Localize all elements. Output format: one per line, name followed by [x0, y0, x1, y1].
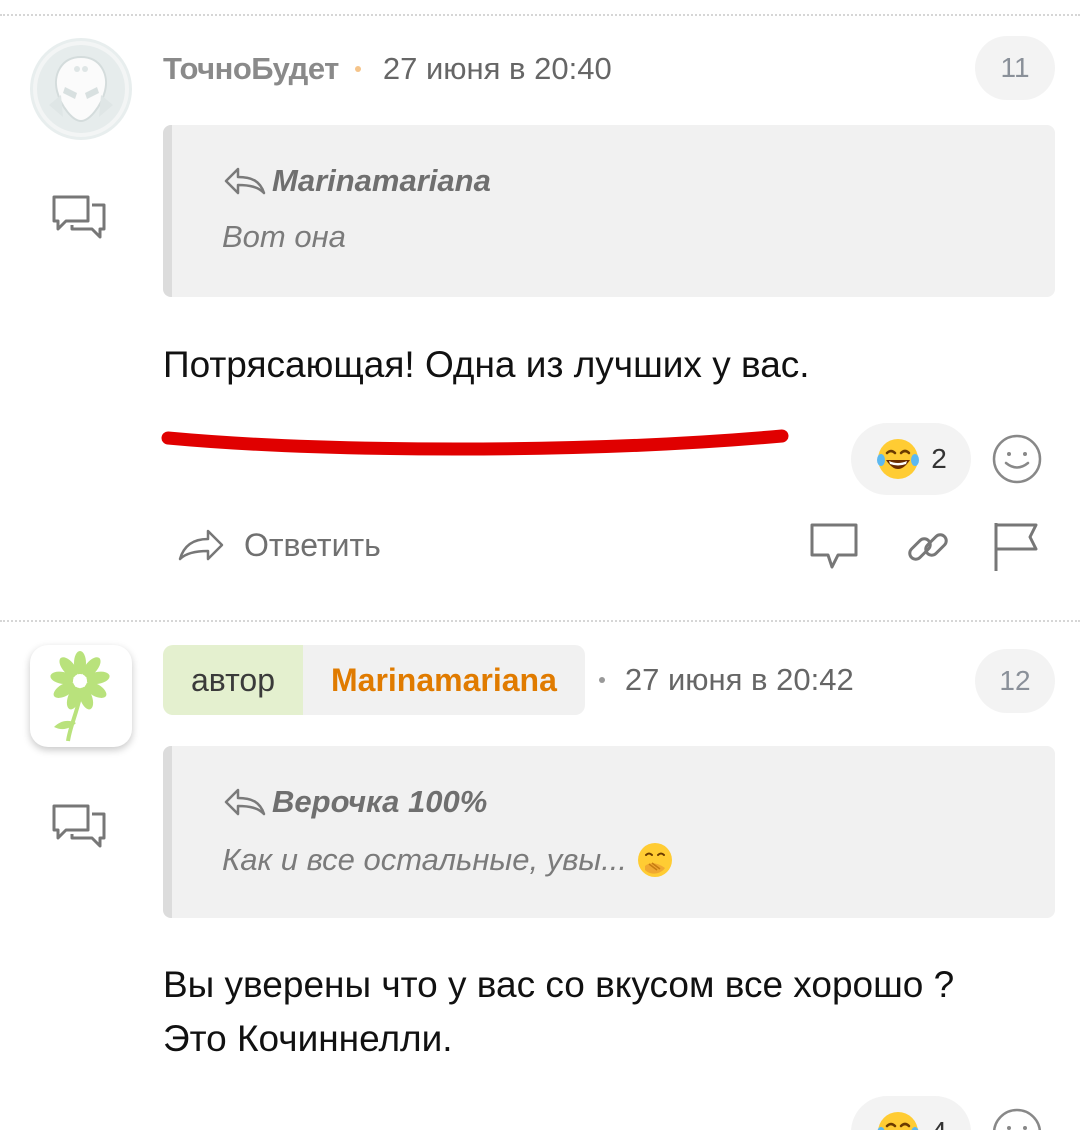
reply-button[interactable]: Ответить [178, 520, 381, 570]
author-chip[interactable]: автор Marinamariana [163, 645, 585, 715]
report-flag-icon[interactable] [990, 519, 1046, 575]
flower-avatar-icon [50, 651, 110, 742]
reaction-counter[interactable]: 4 [851, 1096, 971, 1130]
thread-comments-icon[interactable] [50, 193, 108, 243]
comment-body: Вы уверены что у вас со вкусом все хорош… [163, 958, 954, 1066]
hand-over-mouth-emoji-icon [638, 843, 673, 877]
red-underline-annotation [161, 429, 789, 456]
quote-text: Вот она [222, 219, 346, 255]
reply-arrow-icon [224, 788, 266, 816]
comment-number-badge[interactable]: 11 [975, 36, 1055, 100]
comment-date[interactable]: 27 июня в 20:42 [625, 662, 854, 698]
avatar[interactable] [30, 38, 132, 140]
add-reaction-smile-icon[interactable] [990, 432, 1044, 486]
quote-text-content: Вот она [222, 219, 346, 254]
comment-body: Потрясающая! Одна из лучших у вас. [163, 338, 810, 392]
comment-body-line: Вы уверены что у вас со вкусом все хорош… [163, 964, 955, 1005]
link-icon[interactable] [900, 519, 956, 575]
quote-text-content: Как и все остальные, увы... [222, 842, 628, 877]
thread-comments-icon[interactable] [50, 802, 108, 852]
comment-header: автор Marinamariana 27 июня в 20:42 [163, 645, 854, 715]
separator-top [0, 14, 1080, 16]
separator-comments [0, 620, 1080, 622]
comment-body-line: Потрясающая! Одна из лучших у вас. [163, 344, 810, 385]
reaction-counter[interactable]: 2 [851, 423, 971, 495]
add-reaction-smile-icon[interactable] [990, 1106, 1044, 1130]
quote-author: Marinamariana [222, 163, 491, 199]
quote-author-name: Marinamariana [272, 163, 491, 198]
reply-arrow-icon [224, 167, 266, 195]
quote-author-name: Верочка 100% [272, 784, 488, 819]
quote-text: Как и все остальные, увы... [222, 840, 675, 880]
reply-icon [178, 529, 224, 561]
laughing-tears-emoji-icon [877, 439, 920, 479]
quote-author: Верочка 100% [222, 784, 487, 820]
avatar[interactable] [30, 645, 132, 747]
author-name[interactable]: Marinamariana [302, 645, 585, 715]
comment-header: ТочноБудет 27 июня в 20:40 [163, 34, 612, 104]
comment-body-line: Это Кочиннелли. [163, 1018, 453, 1059]
alien-avatar-icon [37, 45, 125, 133]
quote-block[interactable]: Marinamariana Вот она [163, 125, 1055, 297]
comment-bubble-icon[interactable] [806, 519, 862, 575]
laughing-tears-emoji-icon [877, 1112, 919, 1130]
reply-label: Ответить [244, 526, 381, 563]
separator-dot [354, 66, 361, 72]
separator-dot [598, 677, 605, 683]
quote-block[interactable]: Верочка 100% Как и все остальные, увы... [163, 746, 1055, 918]
reaction-count: 2 [931, 443, 947, 474]
comment-number-badge[interactable]: 12 [975, 649, 1055, 713]
author-role-badge: автор [163, 645, 303, 715]
comment-date[interactable]: 27 июня в 20:40 [383, 51, 612, 87]
author-name[interactable]: ТочноБудет [163, 51, 339, 87]
reaction-count: 4 [931, 1116, 947, 1130]
